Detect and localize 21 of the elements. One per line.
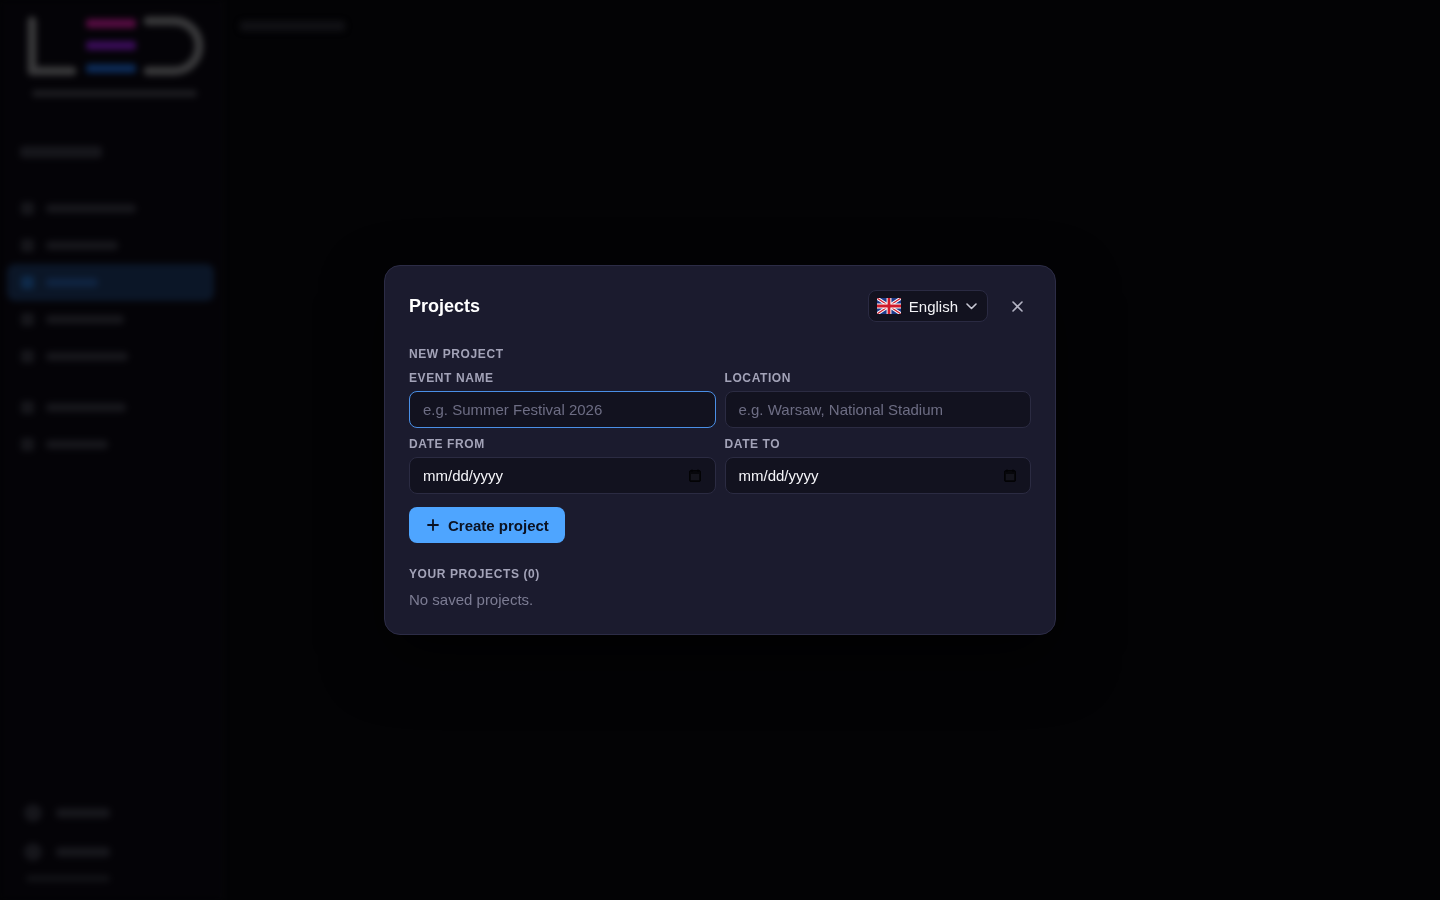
section-label: YOUR PROJECTS (0) [409, 567, 541, 581]
create-project-button[interactable]: Create project [409, 507, 565, 543]
calendar-icon[interactable] [1004, 469, 1016, 482]
field-label: LOCATION [724, 371, 793, 385]
input-field[interactable]: e.g. Warsaw, National Stadium [724, 391, 1031, 428]
field-label: DATE TO [724, 437, 782, 451]
calendar-icon[interactable] [688, 469, 701, 482]
field-label: DATE FROM [409, 437, 486, 451]
input-field[interactable]: e.g. Summer Festival 2026 [409, 391, 716, 428]
plus-icon [427, 519, 439, 531]
chevron-down-icon [966, 302, 977, 310]
date-field[interactable]: mm/dd/yyyy [724, 457, 1031, 494]
flag-icon [876, 298, 901, 314]
language-select[interactable]: English [867, 290, 988, 322]
dialog-title: Projects [409, 295, 481, 317]
field-label: EVENT NAME [409, 371, 495, 385]
close-icon [1011, 300, 1023, 312]
blurred-icon [21, 276, 34, 289]
date-field[interactable]: mm/dd/yyyy [409, 457, 716, 494]
empty-message: No saved projects. [409, 590, 535, 610]
section-label: NEW PROJECT [409, 347, 505, 361]
